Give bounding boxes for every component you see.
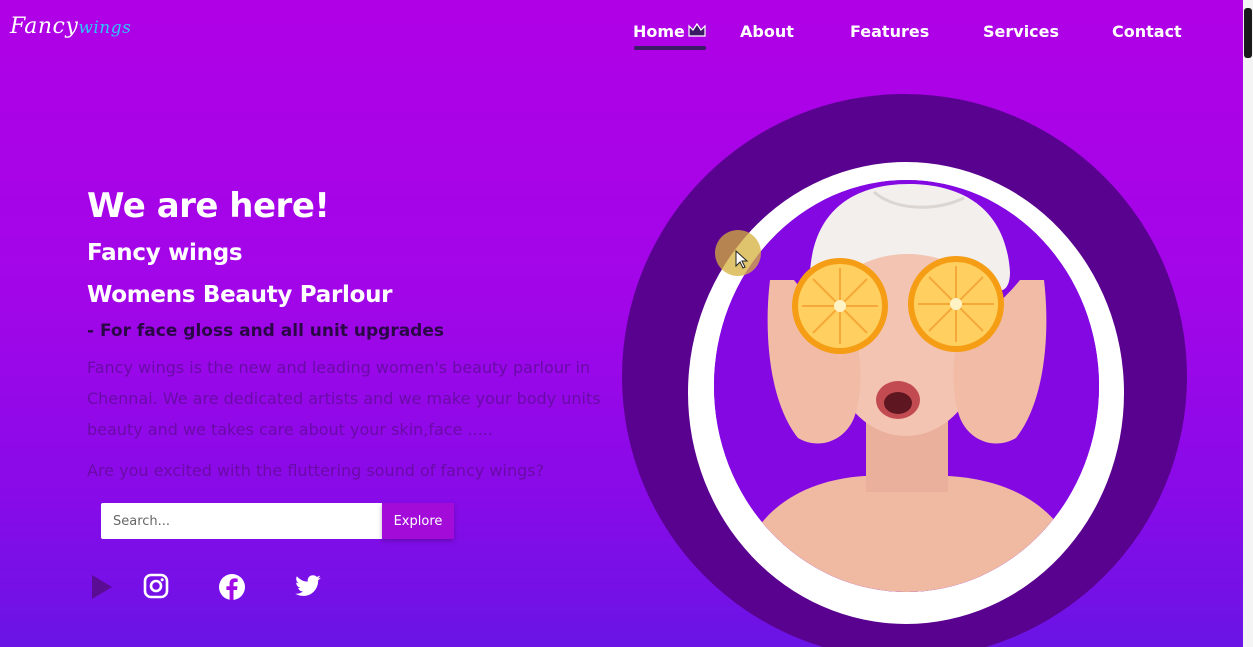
- twitter-icon[interactable]: [294, 572, 322, 604]
- nav-label: Home: [633, 22, 685, 41]
- nav-item-contact[interactable]: Contact: [1112, 22, 1182, 41]
- hero-subtitle-brand: Fancy wings: [87, 240, 243, 266]
- hero-tagline: - For face gloss and all unit upgrades: [87, 321, 444, 341]
- main-nav: Home About Features Services Contact: [0, 22, 1253, 52]
- hero-subtitle-parlour: Womens Beauty Parlour: [87, 282, 393, 308]
- search-input[interactable]: [101, 503, 384, 539]
- cursor-icon: [735, 249, 749, 274]
- scrollbar[interactable]: [1243, 0, 1253, 647]
- nav-item-about[interactable]: About: [740, 22, 794, 41]
- hero-photo: [714, 180, 1099, 592]
- nav-item-services[interactable]: Services: [983, 22, 1059, 41]
- play-icon[interactable]: [89, 572, 115, 606]
- hero-description: Fancy wings is the new and leading women…: [87, 358, 601, 439]
- nav-item-home[interactable]: Home: [633, 22, 707, 42]
- crown-icon: [687, 22, 707, 42]
- active-nav-underline: [634, 46, 706, 50]
- facebook-icon[interactable]: [218, 572, 246, 606]
- hero-question: Are you excited with the fluttering soun…: [87, 461, 545, 480]
- explore-button[interactable]: Explore: [382, 503, 454, 539]
- nav-item-features[interactable]: Features: [850, 22, 929, 41]
- instagram-icon[interactable]: [143, 572, 169, 604]
- hero-title: We are here!: [87, 186, 330, 226]
